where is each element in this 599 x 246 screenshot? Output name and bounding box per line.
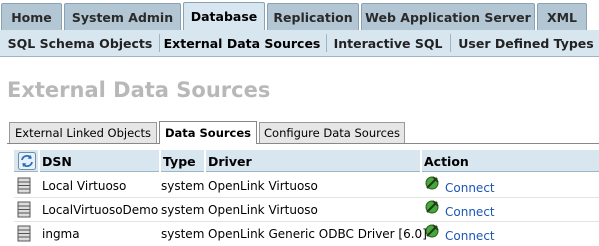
refresh-icon[interactable] xyxy=(18,152,36,170)
column-header-dsn: DSN xyxy=(42,153,72,169)
database-icon xyxy=(17,201,35,218)
tab-replication[interactable]: Replication xyxy=(267,3,359,30)
tab-xml[interactable]: XML xyxy=(537,3,587,30)
cell-driver: OpenLink Generic ODBC Driver [6.0] xyxy=(208,226,427,241)
cell-dsn: Local Virtuoso xyxy=(42,178,127,193)
header-divider xyxy=(204,150,206,172)
subtab-user-defined-types[interactable]: User Defined Types xyxy=(453,30,599,56)
header-divider xyxy=(159,150,161,172)
column-header-driver: Driver xyxy=(208,153,252,169)
column-header-type: Type xyxy=(163,153,196,169)
table-row: ingma system OpenLink Generic ODBC Drive… xyxy=(14,222,599,245)
cell-type: system xyxy=(161,202,205,217)
subtab-divider xyxy=(450,34,451,52)
page-title: External Data Sources xyxy=(7,78,271,102)
subtab-interactive-sql[interactable]: Interactive SQL xyxy=(329,30,447,56)
subtab-sql-schema-objects[interactable]: SQL Schema Objects xyxy=(3,30,157,56)
main-tab-bar: Home System Admin Database Replication W… xyxy=(0,0,599,30)
tab-external-linked-objects[interactable]: External Linked Objects xyxy=(9,122,157,143)
connect-link[interactable]: Connect xyxy=(445,224,495,246)
connect-plug-icon[interactable] xyxy=(424,175,440,191)
connect-plug-icon[interactable] xyxy=(424,223,440,239)
cell-driver: OpenLink Virtuoso xyxy=(208,178,318,193)
header-divider xyxy=(38,150,40,172)
tab-data-sources[interactable]: Data Sources xyxy=(159,121,257,144)
cell-dsn: LocalVirtuosoDemo xyxy=(42,202,159,217)
sub-tab-bar: SQL Schema Objects External Data Sources… xyxy=(0,30,599,57)
cell-dsn: ingma xyxy=(42,226,80,241)
inner-tab-bar: External Linked Objects Data Sources Con… xyxy=(7,121,599,144)
cell-type: system xyxy=(161,178,205,193)
table-header: DSN Type Driver Action xyxy=(14,150,599,172)
connect-link[interactable]: Connect xyxy=(445,200,495,223)
database-icon xyxy=(17,225,35,242)
table-row: LocalVirtuosoDemo system OpenLink Virtuo… xyxy=(14,198,599,221)
tab-home[interactable]: Home xyxy=(1,3,62,30)
tab-configure-data-sources[interactable]: Configure Data Sources xyxy=(259,122,405,143)
subtab-external-data-sources[interactable]: External Data Sources xyxy=(162,30,322,56)
tab-system-admin[interactable]: System Admin xyxy=(64,3,181,30)
column-header-action: Action xyxy=(424,153,469,169)
connect-link[interactable]: Connect xyxy=(445,176,495,199)
database-icon xyxy=(17,177,35,194)
cell-driver: OpenLink Virtuoso xyxy=(208,202,318,217)
cell-type: system xyxy=(161,226,205,241)
tab-web-application-server[interactable]: Web Application Server xyxy=(361,3,535,30)
subtab-divider xyxy=(159,34,160,52)
table-row: Local Virtuoso system OpenLink Virtuoso … xyxy=(14,174,599,197)
subtab-divider xyxy=(326,34,327,52)
tab-database[interactable]: Database xyxy=(183,2,265,30)
connect-plug-icon[interactable] xyxy=(424,199,440,215)
header-divider xyxy=(420,150,422,172)
